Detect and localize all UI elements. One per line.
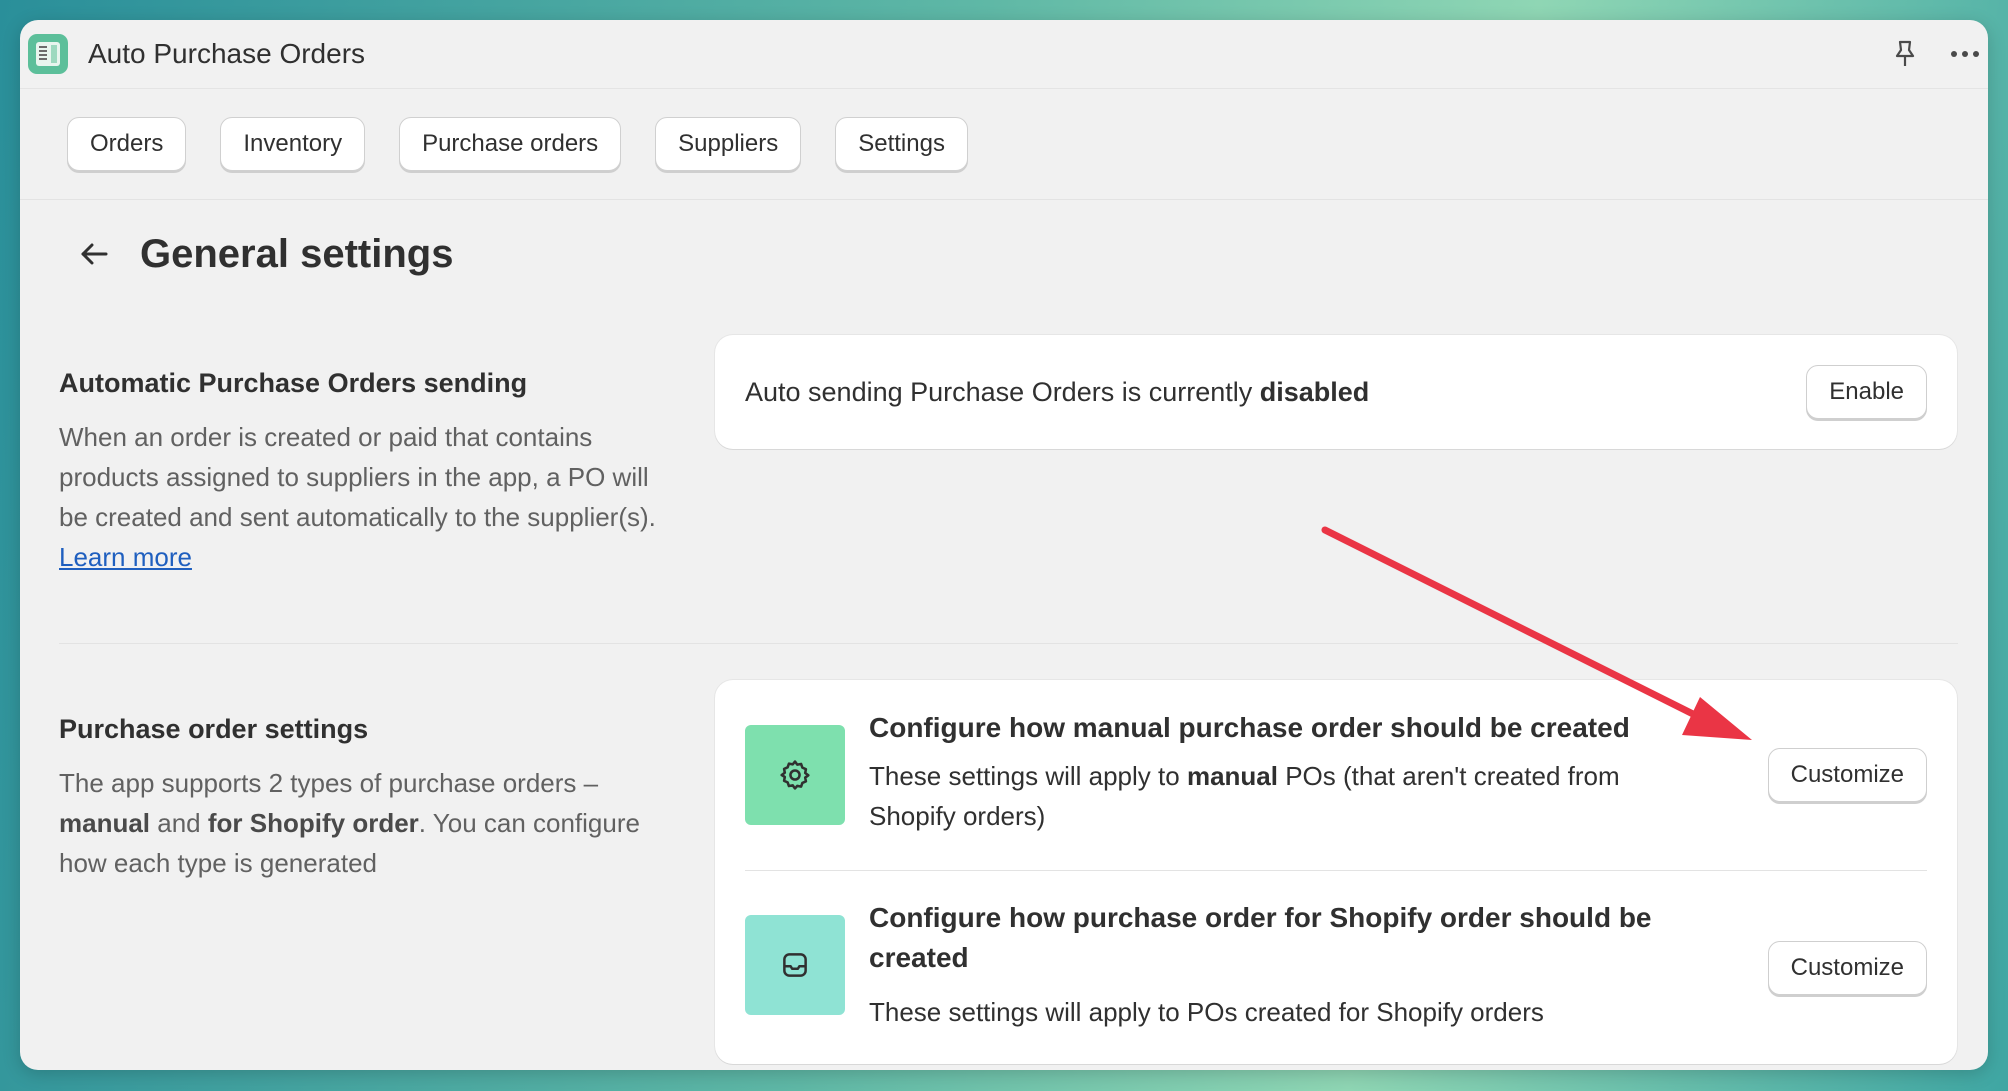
manual-po-desc-bold: manual: [1186, 761, 1278, 791]
customize-manual-button[interactable]: Customize: [1767, 748, 1927, 802]
po-settings-desc-bold: for Shopify order: [207, 808, 419, 838]
manual-po-desc-part: These settings will apply to: [869, 761, 1180, 791]
back-arrow-icon[interactable]: [70, 230, 118, 278]
po-settings-description: The app supports 2 types of purchase ord…: [59, 763, 669, 883]
pin-icon[interactable]: [1890, 39, 1920, 69]
po-settings-desc-part: and: [157, 808, 201, 838]
tab-inventory[interactable]: Inventory: [220, 117, 366, 171]
shopify-po-description: These settings will apply to POs created…: [869, 997, 1544, 1027]
gear-icon: [780, 760, 810, 790]
tab-orders[interactable]: Orders: [67, 117, 187, 171]
more-icon[interactable]: [1950, 39, 1980, 69]
app-title: Auto Purchase Orders: [88, 38, 366, 69]
auto-sending-status-value: disabled: [1259, 376, 1370, 407]
tab-settings[interactable]: Settings: [835, 117, 968, 171]
shopify-po-row: Configure how purchase order for Shopify…: [745, 871, 1927, 1061]
app-logo-icon: [28, 34, 68, 74]
manual-po-icon-box: [745, 725, 845, 825]
po-settings-title: Purchase order settings: [59, 714, 369, 744]
auto-sending-description: When an order is created or paid that co…: [59, 417, 669, 577]
auto-sending-desc-text: When an order is created or paid that co…: [59, 422, 656, 532]
po-settings-desc-part: The app supports 2 types of purchase ord…: [59, 768, 599, 798]
nav-tabs: Orders Inventory Purchase orders Supplie…: [20, 89, 1988, 200]
po-settings-card: Configure how manual purchase order shou…: [715, 680, 1957, 1064]
page-header: General settings: [70, 230, 453, 278]
page-title: General settings: [140, 231, 454, 276]
learn-more-link[interactable]: Learn more: [59, 542, 192, 572]
tab-purchase-orders[interactable]: Purchase orders: [399, 117, 622, 171]
tab-suppliers[interactable]: Suppliers: [655, 117, 802, 171]
shopify-po-title: Configure how purchase order for Shopify…: [869, 902, 1652, 973]
inbox-icon: [783, 953, 807, 977]
manual-po-title: Configure how manual purchase order shou…: [869, 712, 1630, 743]
auto-sending-section: Automatic Purchase Orders sending When a…: [59, 368, 669, 577]
auto-sending-status: Auto sending Purchase Orders is currentl…: [745, 335, 1369, 449]
customize-shopify-button[interactable]: Customize: [1767, 941, 1927, 995]
po-settings-section: Purchase order settings The app supports…: [59, 714, 669, 883]
app-window: Auto Purchase Orders Orders Inventory Pu…: [20, 20, 1988, 1070]
enable-button[interactable]: Enable: [1806, 365, 1927, 419]
shopify-po-icon-box: [745, 915, 845, 1015]
auto-sending-status-text: Auto sending Purchase Orders is currentl…: [745, 376, 1253, 407]
manual-po-description: These settings will apply to manual POs …: [869, 756, 1699, 836]
po-settings-desc-bold: manual: [59, 808, 151, 838]
section-divider: [59, 643, 1958, 644]
auto-sending-card: Auto sending Purchase Orders is currentl…: [715, 335, 1957, 449]
manual-po-row: Configure how manual purchase order shou…: [745, 680, 1927, 870]
auto-sending-title: Automatic Purchase Orders sending: [59, 368, 528, 398]
title-bar: Auto Purchase Orders: [20, 20, 1988, 89]
